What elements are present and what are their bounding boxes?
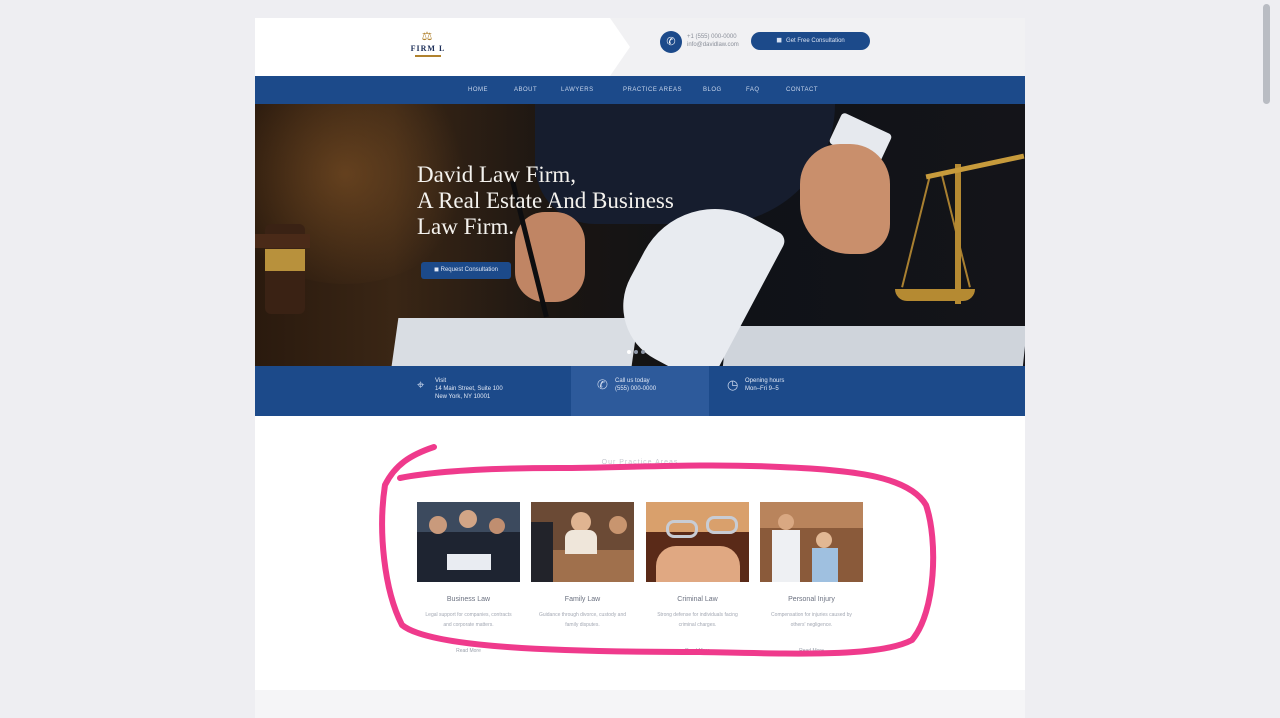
hero-slider: David Law Firm, A Real Estate And Busine… [255,104,1025,366]
next-section-edge [255,690,1025,718]
feature-line: New York, NY 10001 [435,394,491,400]
scrollbar-thumb[interactable] [1263,4,1270,104]
hero-hand-right [800,144,890,254]
slider-dot[interactable] [641,350,645,354]
feature-line: Call us today [615,378,650,384]
hero-document-right [722,326,1025,366]
clock-icon: ◷ [727,377,739,392]
practice-photo-injury [760,502,863,582]
feature-line: Mon–Fri 9–5 [745,386,779,392]
scale-pan [895,289,975,301]
hero-title: David Law Firm, A Real Estate And Busine… [417,162,757,240]
logo-rule [415,55,441,57]
practice-photo-business [417,502,520,582]
logo-panel: ⚖ FIRM L [255,18,630,76]
scale-string-left [901,175,931,288]
scales-of-justice-icon [955,164,961,304]
chat-icon: ◼ [433,267,441,273]
feature-line: (555) 000-0000 [615,386,657,392]
hero-title-line: A Real Estate And Business [417,188,674,213]
practice-photo-criminal [646,502,749,582]
practice-card-injury[interactable]: Personal Injury Compensation for injurie… [760,502,863,654]
webpage-frame: ⚖ FIRM L ✆ +1 (555) 000-0000 info@davidl… [255,18,1025,718]
practice-section-title: Our Practice Areas [601,459,679,466]
hero-title-line: David Law Firm, [417,162,577,187]
hero-title-line: Law Firm. [417,214,515,239]
practice-card-title: Business Law [446,596,491,603]
nav-item-faq[interactable]: FAQ [746,76,760,104]
feature-line: Visit [435,378,447,384]
phone-icon: ✆ [660,31,682,53]
contact-info: +1 (555) 000-0000 info@davidlaw.com [687,33,747,49]
practice-photo-family [531,502,634,582]
chat-icon: ◼ [776,37,783,44]
info-strip: ⌖ Visit 14 Main Street, Suite 100 New Yo… [255,366,1025,416]
logo-scales-icon: ⚖ [421,29,435,43]
page-scrollbar[interactable] [1262,0,1272,718]
read-more-link[interactable]: Read More [760,648,863,654]
read-more-link[interactable]: Read More [417,648,520,654]
phone-icon: ✆ [597,377,608,392]
main-nav: HOME ABOUT LAWYERS PRACTICE AREAS BLOG F… [255,76,1025,104]
nav-item-lawyers[interactable]: LAWYERS [561,76,594,104]
nav-item-practice-areas[interactable]: PRACTICE AREAS [623,76,682,104]
read-more-link[interactable]: Read More [646,648,749,654]
nav-item-about[interactable]: ABOUT [514,76,537,104]
request-consultation-label: Request Consultation [440,267,499,273]
practice-card-business[interactable]: Business Law Legal support for companies… [417,502,520,654]
practice-card-desc: Compensation for injuries caused by othe… [771,612,852,628]
gavel-band [265,249,305,271]
practice-card-title: Family Law [564,596,601,603]
practice-card-title: Criminal Law [677,596,718,603]
read-more-link[interactable]: Read More [531,648,634,654]
feature-line: 14 Main Street, Suite 100 [435,386,503,392]
contact-email: info@davidlaw.com [687,42,739,48]
practice-card-criminal[interactable]: Criminal Law Strong defense for individu… [646,502,749,654]
request-consultation-button[interactable]: ◼ Request Consultation [421,262,511,279]
contact-phone: +1 (555) 000-0000 [687,34,737,40]
header-bar: ⚖ FIRM L ✆ +1 (555) 000-0000 info@davidl… [255,18,1025,76]
slider-dot[interactable] [634,350,638,354]
gavel-handle [255,234,310,248]
free-consultation-label: Get Free Consultation [786,38,845,44]
logo-text: FIRM L [410,44,446,53]
site-logo[interactable]: ⚖ FIRM L [400,30,456,66]
hero-document-left [391,318,639,366]
practice-card-desc: Strong defense for individuals facing cr… [657,612,738,628]
practice-card-desc: Legal support for companies, contracts a… [425,612,512,628]
nav-item-home[interactable]: HOME [468,76,488,104]
nav-item-contact[interactable]: CONTACT [786,76,818,104]
map-pin-icon: ⌖ [417,377,425,392]
scale-beam [925,153,1025,180]
free-consultation-button[interactable]: ◼ Get Free Consultation [751,32,870,50]
slider-dots [627,341,648,359]
slider-dot[interactable] [627,350,631,354]
nav-item-blog[interactable]: BLOG [703,76,722,104]
practice-card-desc: Guidance through divorce, custody and fa… [539,612,626,628]
practice-card-family[interactable]: Family Law Guidance through divorce, cus… [531,502,634,654]
feature-line: Opening hours [745,378,785,384]
practice-card-title: Personal Injury [788,596,835,603]
